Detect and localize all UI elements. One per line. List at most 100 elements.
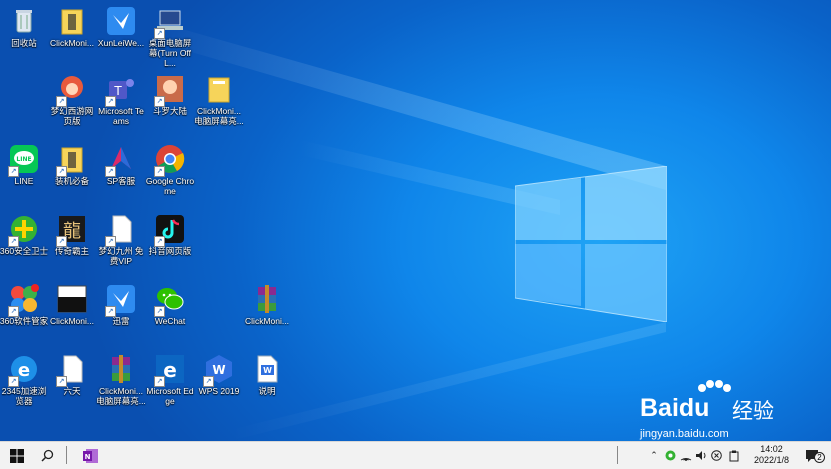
icon-label: XunLeiWe... [97, 38, 145, 48]
windows-start-icon [10, 448, 24, 463]
desktop-icon-turn-off-lcd[interactable]: ↗ 桌面电脑屏幕(Turn Off L... [145, 5, 195, 68]
icon-label: ClickMoni... 电脑屏幕亮... [194, 106, 244, 126]
desktop-icon-360-software[interactable]: ↗ 360软件管家 [0, 283, 49, 326]
icon-label: 360软件管家 [0, 316, 49, 326]
dragon-game-icon: 龍 ↗ [56, 213, 88, 247]
desktop-icon-clickmoni-folder-2[interactable]: ClickMoni... 电脑屏幕亮... [194, 73, 244, 126]
clipboard-icon [729, 450, 739, 461]
desktop-icon-2345-browser[interactable]: e ↗ 2345加速浏览器 [0, 353, 49, 406]
shortcut-arrow-icon: ↗ [154, 236, 165, 247]
shortcut-arrow-icon: ↗ [154, 28, 165, 39]
icon-label: WeChat [154, 316, 186, 326]
monitor-window-icon [56, 283, 88, 315]
icon-label: 梦幻九州 免费VIP [98, 246, 144, 266]
icon-label: SP客服 [106, 176, 136, 186]
desktop[interactable]: 回收站 ClickMoni... XunLeiWe... ↗ 桌面电脑屏幕(Tu… [0, 0, 831, 441]
desktop-icon-clickmoni-rar[interactable]: ClickMoni... [242, 283, 292, 326]
teams-icon: T ↗ [105, 73, 137, 107]
chevron-up-icon: ⌃ [650, 450, 658, 460]
tray-volume[interactable] [694, 442, 708, 469]
tray-360[interactable] [663, 442, 677, 469]
taskbar: N ⌃ 14:02 2022/1/8 2 [0, 441, 831, 469]
shortcut-arrow-icon: ↗ [154, 306, 165, 317]
shortcut-arrow-icon: ↗ [154, 376, 165, 387]
folder-icon: ↗ [56, 143, 88, 177]
wps-doc-icon: W [251, 353, 283, 385]
desktop-icon-menghuan-xiyou[interactable]: ↗ 梦幻西游网页版 [47, 73, 97, 126]
desktop-icon-menghuan-jiuzhou[interactable]: ↗ 梦幻九州 免费VIP [96, 213, 146, 266]
desktop-icon-clickmoni-rar-2[interactable]: ClickMoni... 电脑屏幕亮... [96, 353, 146, 406]
icon-label: LINE [14, 176, 34, 186]
icon-label: 装机必备 [54, 176, 89, 186]
desktop-icon-sp[interactable]: ↗ SP客服 [96, 143, 146, 186]
winrar-icon [105, 353, 137, 385]
svg-text:N: N [85, 453, 91, 461]
clock-date: 2022/1/8 [753, 455, 789, 465]
desktop-icon-zhuangji[interactable]: ↗ 装机必备 [47, 143, 97, 186]
desktop-icon-edge[interactable]: e ↗ Microsoft Edge [145, 353, 195, 406]
winrar-icon [251, 283, 283, 315]
icon-label: 迅雷 [112, 316, 130, 326]
icon-label: 梦幻西游网页版 [50, 106, 94, 126]
start-button[interactable] [2, 442, 32, 469]
desktop-icon-douluo[interactable]: ↗ 斗罗大陆 [145, 73, 195, 116]
recycle-bin-icon [8, 5, 40, 37]
desktop-icon-shuoming[interactable]: W 说明 [242, 353, 292, 396]
close-circle-icon [710, 450, 722, 461]
search-button[interactable] [34, 442, 60, 469]
icon-label: ClickMoni... [245, 316, 289, 326]
icon-label: 传奇霸主 [54, 246, 89, 256]
desktop-icon-xunlei[interactable]: ↗ 迅雷 [96, 283, 146, 326]
action-center-button[interactable]: 2 [800, 442, 826, 469]
tray-network[interactable] [679, 442, 693, 469]
watermark-url: jingyan.baidu.com [640, 428, 729, 440]
volume-icon [696, 451, 706, 460]
svg-text:e: e [18, 360, 30, 381]
desktop-icon-teams[interactable]: T ↗ Microsoft Teams [96, 73, 146, 126]
desktop-icon-wechat[interactable]: ↗ WeChat [145, 283, 195, 326]
shortcut-arrow-icon: ↗ [56, 376, 67, 387]
tray-close-app[interactable] [709, 442, 723, 469]
desktop-icon-clickmoni-monitor[interactable]: ClickMoni... [47, 283, 97, 326]
onenote-taskbar-button[interactable]: N [80, 442, 102, 469]
desktop-icon-liutian[interactable]: ↗ 六天 [47, 353, 97, 396]
icon-label: 回收站 [11, 38, 37, 48]
folder-icon [203, 73, 235, 105]
icon-label: 桌面电脑屏幕(Turn Off L... [148, 38, 192, 68]
onenote-icon: N [83, 448, 98, 463]
360-software-icon: ↗ [8, 283, 40, 317]
desktop-icon-360-security[interactable]: ↗ 360安全卫士 [0, 213, 49, 256]
shortcut-arrow-icon: ↗ [56, 96, 67, 107]
icon-label: ClickMoni... 电脑屏幕亮... [96, 386, 146, 406]
show-hidden-icons-button[interactable]: ⌃ [648, 442, 660, 469]
shortcut-arrow-icon: ↗ [105, 96, 116, 107]
shortcut-arrow-icon: ↗ [105, 306, 116, 317]
desktop-icon-recycle-bin[interactable]: 回收站 [0, 5, 49, 48]
ie-browser-icon: e ↗ [8, 353, 40, 387]
icon-label: 抖音网页版 [148, 246, 192, 256]
360-tray-icon [665, 450, 675, 461]
svg-text:e: e [163, 358, 177, 382]
watermark-brand: Baidu [640, 394, 710, 422]
360-security-icon: ↗ [8, 213, 40, 247]
taskbar-clock[interactable]: 14:02 2022/1/8 [754, 444, 789, 466]
desktop-icon-xunleiwe[interactable]: XunLeiWe... [96, 5, 146, 48]
desktop-icon-chrome[interactable]: ↗ Google Chrome [145, 143, 195, 196]
tray-clipboard[interactable] [727, 442, 741, 469]
icon-label: WPS 2019 [198, 386, 240, 396]
shortcut-arrow-icon: ↗ [8, 166, 19, 177]
shortcut-arrow-icon: ↗ [8, 236, 19, 247]
icon-label: ClickMoni... [50, 38, 94, 48]
icon-label: Microsoft Edge [146, 386, 194, 406]
blank-file-icon: ↗ [56, 353, 88, 387]
desktop-icon-wps[interactable]: W ↗ WPS 2019 [194, 353, 244, 396]
wechat-icon: ↗ [154, 283, 186, 317]
shortcut-arrow-icon: ↗ [105, 166, 116, 177]
shortcut-arrow-icon: ↗ [8, 306, 19, 317]
desktop-icon-chuanqi[interactable]: 龍 ↗ 传奇霸主 [47, 213, 97, 256]
taskbar-divider [617, 446, 618, 464]
desktop-icon-line[interactable]: LINE ↗ LINE [0, 143, 49, 186]
desktop-icon-douyin[interactable]: ↗ 抖音网页版 [145, 213, 195, 256]
desktop-icon-clickmoni-folder[interactable]: ClickMoni... [47, 5, 97, 48]
clock-time: 14:02 [760, 444, 783, 454]
